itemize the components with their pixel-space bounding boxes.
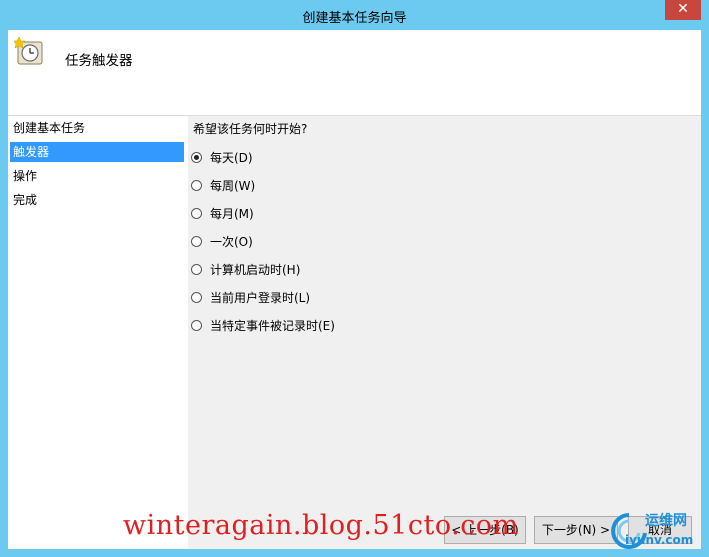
logo-domain: iyunv.com [625,533,694,547]
option-label: 每月(M) [210,206,254,221]
trigger-question: 希望该任务何时开始? [193,122,308,136]
logo-name: 运维网 [645,513,687,529]
option-label: 每天(D) [210,150,253,165]
radio-button[interactable] [191,179,202,191]
radio-button[interactable] [191,151,202,163]
option-label: 当特定事件被记录时(E) [210,318,335,333]
option-at-startup[interactable]: 计算机启动时(H) [191,259,300,279]
close-button[interactable]: ✕ [665,0,701,20]
option-label: 计算机启动时(H) [210,262,301,277]
radio-button[interactable] [191,319,202,331]
radio-button[interactable] [191,291,202,303]
option-label: 每周(W) [210,178,256,193]
wizard-window: 创建基本任务向导 ✕ 任务触发器 创建基本任务 触发器 操作 完成 希望该任务何… [0,0,709,557]
page-title: 任务触发器 [65,53,133,69]
option-once[interactable]: 一次(O) [191,231,253,251]
radio-button[interactable] [191,263,202,275]
title-bar[interactable]: 创建基本任务向导 ✕ [0,0,709,30]
option-on-event[interactable]: 当特定事件被记录时(E) [191,315,335,335]
trigger-panel: 希望该任务何时开始? 每天(D) 每周(W) 每月(M) 一次(O) 计算机启动… [188,116,701,549]
option-label: 一次(O) [210,234,253,249]
radio-button[interactable] [191,235,202,247]
window-title: 创建基本任务向导 [302,11,407,26]
watermark-text: winteragain.blog.51cto.com [123,510,519,541]
option-label: 当前用户登录时(L) [210,290,311,305]
site-logo: 运维网 iyunv.com [603,508,703,552]
wizard-header: 任务触发器 [8,30,701,116]
option-at-logon[interactable]: 当前用户登录时(L) [191,287,310,307]
step-trigger[interactable]: 触发器 [10,142,184,162]
option-weekly[interactable]: 每周(W) [191,175,255,195]
step-action[interactable]: 操作 [10,166,184,186]
clock-icon [14,36,43,65]
step-create-task[interactable]: 创建基本任务 [10,118,184,138]
option-monthly[interactable]: 每月(M) [191,203,254,223]
option-daily[interactable]: 每天(D) [191,147,253,167]
step-list: 创建基本任务 触发器 操作 完成 [8,116,188,549]
radio-button[interactable] [191,207,202,219]
step-finish[interactable]: 完成 [10,190,184,210]
client-area: 任务触发器 创建基本任务 触发器 操作 完成 希望该任务何时开始? 每天(D) … [8,30,701,549]
